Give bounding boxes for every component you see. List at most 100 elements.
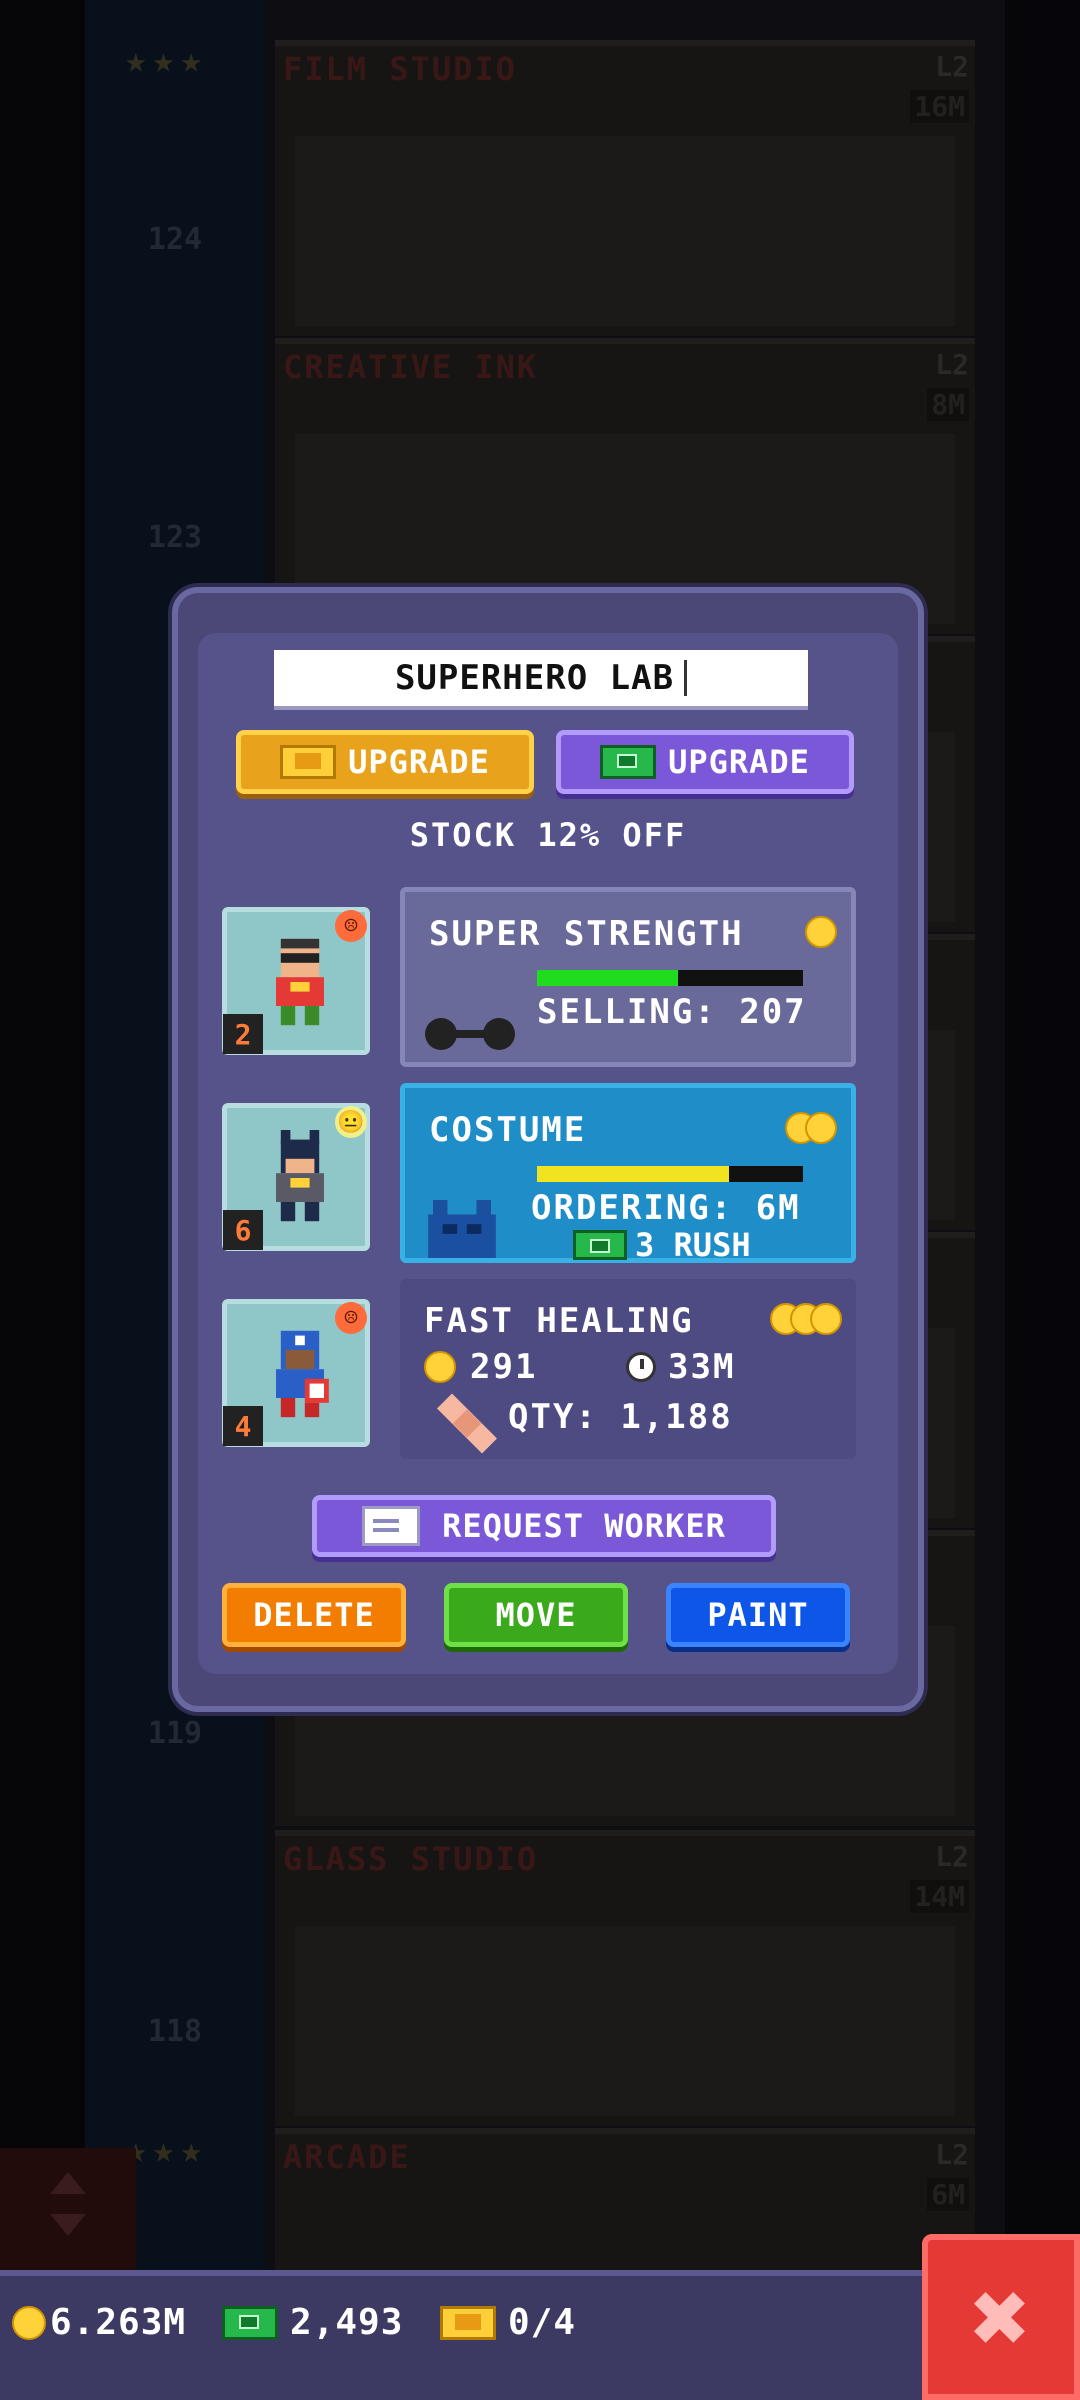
floor-name-input[interactable]: SUPERHERO LAB <box>274 650 808 710</box>
vip-ticket-icon <box>440 2305 496 2340</box>
rush-button[interactable]: 3 RUSH <box>573 1226 751 1264</box>
coin-icon <box>424 1351 456 1383</box>
item-status: SELLING: 207 <box>537 992 807 1032</box>
gold-ticket-icon <box>280 745 337 779</box>
unhappy-mood-icon: ☹ <box>335 1302 367 1334</box>
delete-button[interactable]: DELETE <box>222 1583 406 1647</box>
floor-level: L2 <box>935 50 969 83</box>
worker-sprite <box>276 1330 329 1418</box>
item-qty: QTY: 1,188 <box>508 1397 733 1437</box>
move-label: MOVE <box>495 1596 577 1634</box>
paint-label: PAINT <box>707 1596 809 1634</box>
bux-icon <box>600 745 657 779</box>
item-name: COSTUME <box>429 1110 587 1150</box>
item-name: FAST HEALING <box>424 1301 694 1341</box>
elevator-button[interactable] <box>0 2148 136 2272</box>
item-status: ORDERING: 6M <box>531 1188 801 1228</box>
upgrade-gold-button[interactable]: UPGRADE <box>236 730 534 794</box>
vip-value: 0/4 <box>508 2302 577 2343</box>
letter-icon <box>362 1506 421 1546</box>
down-arrow-icon <box>50 2214 86 2236</box>
floor-scene <box>295 136 955 326</box>
item-time: 33M <box>626 1347 735 1387</box>
neutral-mood-icon: 😐 <box>335 1106 367 1138</box>
coin-icon <box>810 1303 842 1335</box>
coins-counter[interactable]: 6.263M <box>12 2302 186 2343</box>
floor-glass-studio[interactable]: GLASS STUDIO L2 14M <box>275 1830 975 2126</box>
floor-number: 123 <box>147 520 203 555</box>
item-cost: 291 <box>424 1347 537 1387</box>
stock-progress-fill <box>537 970 678 986</box>
unhappy-mood-icon: ☹ <box>335 910 367 942</box>
resource-bar: 6.263M 2,493 0/4 <box>0 2270 1080 2400</box>
floor-tag: 8M <box>927 388 969 421</box>
mask-icon <box>428 1200 496 1258</box>
floor-scene <box>295 1926 955 2116</box>
paint-button[interactable]: PAINT <box>666 1583 850 1647</box>
floor-title: ARCADE <box>283 2138 411 2176</box>
close-button[interactable]: ✖ <box>922 2234 1080 2400</box>
stock-progress-bar <box>537 970 803 986</box>
worker-level-badge: 4 <box>223 1406 263 1446</box>
stock-discount-text: STOCK 12% OFF <box>409 816 687 854</box>
floor-number: 124 <box>147 222 203 257</box>
floor-title: CREATIVE INK <box>283 348 539 386</box>
floor-tag: 6M <box>927 2178 969 2211</box>
stock-item-fast-healing[interactable]: FAST HEALING 291 33M QTY: 1,188 <box>400 1279 856 1459</box>
floor-title: FILM STUDIO <box>283 50 517 88</box>
worker-slot-1[interactable]: ☹ 2 <box>222 907 370 1055</box>
coin-icon <box>12 2305 46 2340</box>
stock-item-costume[interactable]: COSTUME ORDERING: 6M 3 RUSH <box>400 1083 856 1264</box>
floor-tag: 16M <box>910 90 969 123</box>
floor-stars: ★★★ <box>125 2130 209 2171</box>
floor-name-text: SUPERHERO LAB <box>394 658 675 698</box>
bux-icon <box>573 1230 627 1260</box>
item-coin-tier <box>805 916 837 948</box>
upgrade-bux-label: UPGRADE <box>668 743 810 781</box>
item-cost-value: 291 <box>470 1347 538 1387</box>
move-button[interactable]: MOVE <box>444 1583 628 1647</box>
floor-level: L2 <box>935 2138 969 2171</box>
rush-label: 3 RUSH <box>635 1226 751 1264</box>
dumbbell-icon <box>425 1018 515 1050</box>
up-arrow-icon <box>50 2172 86 2194</box>
worker-slot-2[interactable]: 😐 6 <box>222 1103 370 1251</box>
coins-value: 6.263M <box>50 2302 187 2343</box>
vip-counter[interactable]: 0/4 <box>440 2302 576 2343</box>
coin-icon <box>805 1112 837 1144</box>
order-progress-fill <box>537 1166 729 1182</box>
worker-level-badge: 6 <box>223 1210 263 1250</box>
item-coin-tier <box>770 1303 842 1335</box>
bandage-icon <box>437 1393 497 1454</box>
floor-title: GLASS STUDIO <box>283 1840 539 1878</box>
item-time-value: 33M <box>668 1347 736 1387</box>
bux-value: 2,493 <box>290 2302 404 2343</box>
floor-level: L2 <box>935 1840 969 1873</box>
item-coin-tier <box>785 1112 837 1144</box>
floor-dialog: SUPERHERO LAB UPGRADE UPGRADE STOCK 12% … <box>172 587 924 1712</box>
floor-number: 118 <box>147 2014 203 2049</box>
worker-sprite <box>276 1130 324 1222</box>
floor-level: L2 <box>935 348 969 381</box>
worker-level-badge: 2 <box>223 1014 263 1054</box>
request-worker-button[interactable]: REQUEST WORKER <box>312 1495 776 1557</box>
floor-arcade[interactable]: ARCADE L2 6M <box>275 2128 975 2276</box>
delete-label: DELETE <box>253 1596 375 1634</box>
upgrade-gold-label: UPGRADE <box>348 743 490 781</box>
upgrade-bux-button[interactable]: UPGRADE <box>556 730 854 794</box>
text-caret <box>684 660 688 696</box>
coin-icon <box>805 916 837 948</box>
item-name: SUPER STRENGTH <box>429 914 744 954</box>
clock-icon <box>626 1352 656 1382</box>
floor-film-studio[interactable]: FILM STUDIO L2 16M <box>275 40 975 336</box>
close-icon: ✖ <box>970 2258 1032 2376</box>
stock-item-super-strength[interactable]: SUPER STRENGTH SELLING: 207 <box>400 887 856 1067</box>
bux-counter[interactable]: 2,493 <box>222 2302 403 2343</box>
floor-tag: 14M <box>910 1880 969 1913</box>
order-progress-bar <box>537 1166 803 1182</box>
floor-number: 119 <box>147 1716 203 1751</box>
worker-sprite <box>276 938 324 1026</box>
worker-slot-3[interactable]: ☹ 4 <box>222 1299 370 1447</box>
request-worker-label: REQUEST WORKER <box>442 1507 726 1545</box>
bux-icon <box>222 2305 278 2340</box>
